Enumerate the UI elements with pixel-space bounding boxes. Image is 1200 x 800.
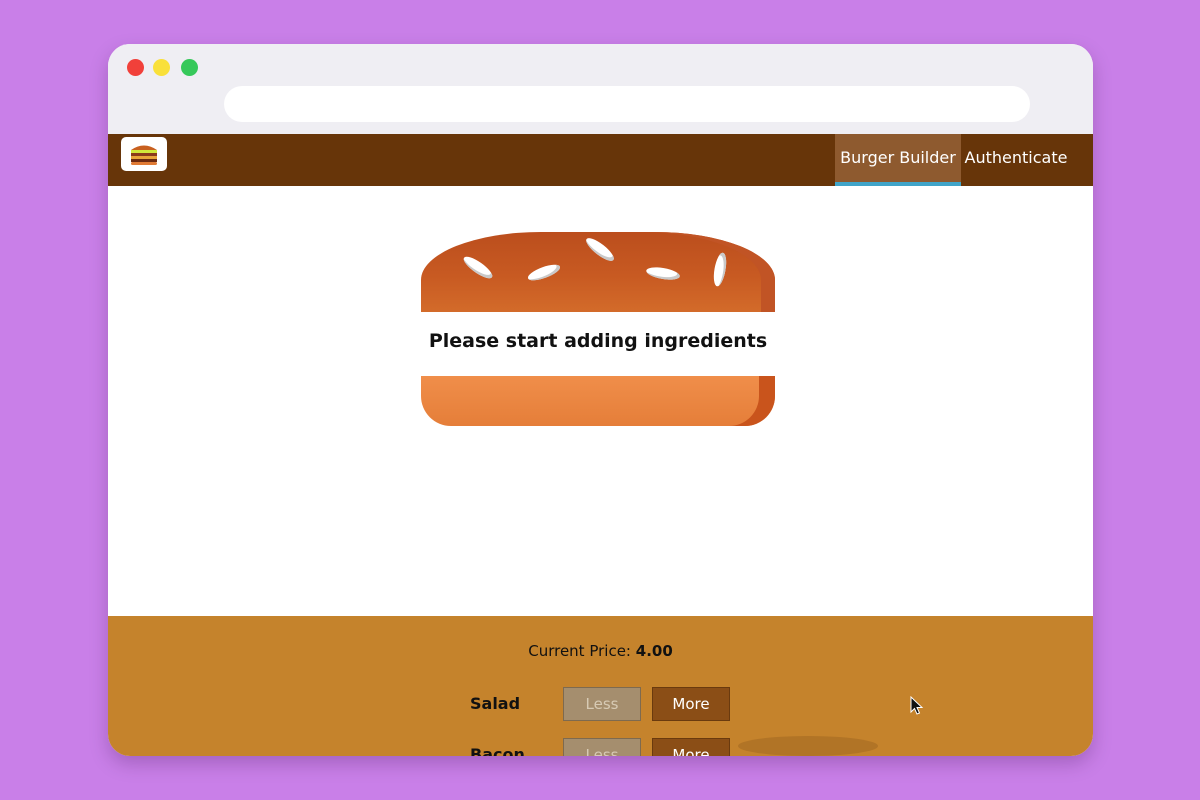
ingredient-label: Bacon	[470, 745, 525, 756]
build-controls: Current Price: 4.00 Salad Less More Baco…	[108, 616, 1093, 756]
sesame-seed	[711, 251, 729, 288]
current-price: Current Price: 4.00	[108, 642, 1093, 660]
salad-more-button[interactable]: More	[652, 687, 730, 721]
minimize-window-button[interactable]	[153, 59, 170, 76]
address-bar[interactable]	[224, 86, 1030, 122]
browser-chrome	[108, 44, 1093, 134]
maximize-window-button[interactable]	[181, 59, 198, 76]
nav-item-burger-builder[interactable]: Burger Builder	[835, 134, 961, 186]
bacon-more-button[interactable]: More	[652, 738, 730, 756]
sesame-seed	[460, 253, 496, 282]
burger-preview-area: Please start adding ingredients	[108, 186, 1093, 616]
browser-window: Burger Builder Authenticate Please start…	[108, 44, 1093, 756]
empty-burger-message: Please start adding ingredients	[421, 312, 775, 376]
sesame-seed	[645, 265, 681, 282]
scroll-shadow	[738, 736, 878, 756]
salad-less-button[interactable]: Less	[563, 687, 641, 721]
burger: Please start adding ingredients	[421, 232, 775, 426]
bacon-less-button[interactable]: Less	[563, 738, 641, 756]
sesame-seed	[526, 261, 562, 284]
mouse-cursor-icon	[910, 696, 924, 715]
ingredient-row-bacon: Bacon Less More	[108, 738, 1093, 756]
ingredient-row-salad: Salad Less More	[108, 687, 1093, 721]
sesame-seed	[583, 234, 617, 265]
price-label: Current Price:	[528, 642, 631, 660]
price-value: 4.00	[635, 642, 673, 660]
bread-bottom	[421, 376, 775, 426]
nav-item-authenticate[interactable]: Authenticate	[961, 134, 1071, 186]
bread-top	[421, 232, 775, 312]
close-window-button[interactable]	[127, 59, 144, 76]
burger-logo-icon[interactable]	[121, 137, 167, 171]
ingredient-label: Salad	[470, 694, 521, 713]
app-toolbar: Burger Builder Authenticate	[108, 134, 1093, 186]
